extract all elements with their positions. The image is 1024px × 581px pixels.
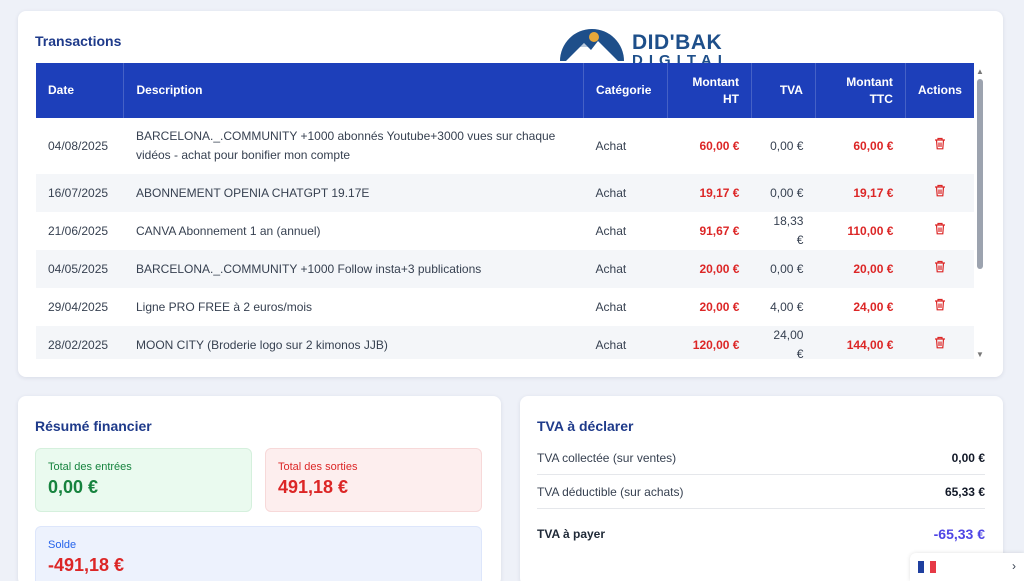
scroll-down-icon[interactable]: ▼ bbox=[976, 350, 984, 359]
row-date: 04/05/2025 bbox=[48, 261, 109, 276]
balance-value: -491,18 € bbox=[48, 555, 125, 575]
language-switcher[interactable]: › bbox=[910, 553, 1024, 581]
row-amount-ht: 19,17 € bbox=[699, 185, 740, 200]
table-row: 28/02/2025 MOON CITY (Broderie logo sur … bbox=[36, 326, 974, 359]
row-category: Achat bbox=[595, 185, 627, 200]
row-amount-ttc: 60,00 € bbox=[853, 138, 894, 153]
tva-payable-row: TVA à payer -65,33 € bbox=[537, 526, 985, 542]
row-amount-ht: 91,67 € bbox=[699, 223, 740, 238]
expenses-stat: Total des sorties 491,18 € bbox=[265, 448, 482, 512]
row-category: Achat bbox=[595, 261, 627, 276]
col-description[interactable]: Description bbox=[123, 63, 584, 118]
row-tva: 0,00 € bbox=[770, 138, 804, 153]
row-amount-ttc: 24,00 € bbox=[853, 299, 894, 314]
row-amount-ht: 20,00 € bbox=[699, 299, 740, 314]
row-description: MOON CITY (Broderie logo sur 2 kimonos J… bbox=[135, 337, 388, 352]
row-tva: 18,33 € bbox=[773, 214, 804, 247]
row-amount-ht: 20,00 € bbox=[699, 261, 740, 276]
scrollbar-thumb[interactable] bbox=[977, 79, 983, 269]
row-tva: 4,00 € bbox=[770, 299, 804, 314]
col-date[interactable]: Date bbox=[36, 63, 124, 118]
col-tva[interactable]: TVA bbox=[750, 63, 816, 118]
row-date: 21/06/2025 bbox=[48, 223, 109, 238]
tva-collected-row: TVA collectée (sur ventes) 0,00 € bbox=[537, 451, 985, 465]
tva-deductible-row: TVA déductible (sur achats) 65,33 € bbox=[537, 485, 985, 499]
tva-payable-value: -65,33 € bbox=[933, 526, 985, 542]
trash-icon[interactable] bbox=[934, 184, 946, 197]
table-row: 29/04/2025 Ligne PRO FREE à 2 euros/mois… bbox=[36, 288, 974, 326]
col-amount-ttc[interactable]: Montant TTC bbox=[814, 63, 906, 118]
row-date: 04/08/2025 bbox=[48, 138, 109, 153]
trash-icon[interactable] bbox=[934, 260, 946, 273]
row-amount-ttc: 110,00 € bbox=[847, 223, 894, 238]
tva-collected-label: TVA collectée (sur ventes) bbox=[537, 451, 677, 465]
tva-payable-label: TVA à payer bbox=[537, 527, 606, 541]
flag-fr-icon bbox=[918, 561, 936, 573]
trash-icon[interactable] bbox=[934, 137, 946, 150]
transactions-table: Date Description Catégorie Montant HT TV… bbox=[36, 63, 974, 359]
income-stat: Total des entrées 0,00 € bbox=[35, 448, 252, 512]
expenses-value: 491,18 € bbox=[278, 477, 349, 497]
col-actions: Actions bbox=[904, 63, 974, 118]
row-amount-ttc: 19,17 € bbox=[853, 185, 894, 200]
table-row: 04/05/2025 BARCELONA._.COMMUNITY +1000 F… bbox=[36, 250, 974, 288]
summary-title: Résumé financier bbox=[35, 418, 152, 434]
row-description: ABONNEMENT OPENIA CHATGPT 19.17E bbox=[135, 185, 370, 200]
row-amount-ttc: 20,00 € bbox=[853, 261, 894, 276]
row-amount-ttc: 144,00 € bbox=[846, 337, 894, 352]
row-category: Achat bbox=[595, 337, 627, 352]
chevron-right-icon[interactable]: › bbox=[1012, 559, 1016, 573]
row-date: 28/02/2025 bbox=[48, 337, 109, 352]
divider bbox=[537, 474, 985, 475]
row-category: Achat bbox=[595, 138, 627, 153]
income-value: 0,00 € bbox=[48, 477, 99, 497]
row-description: CANVA Abonnement 1 an (annuel) bbox=[135, 223, 321, 238]
balance-label: Solde bbox=[48, 539, 77, 551]
row-description: BARCELONA._.COMMUNITY +1000 abonnés Yout… bbox=[135, 129, 556, 162]
row-date: 29/04/2025 bbox=[48, 299, 109, 314]
row-tva: 0,00 € bbox=[770, 185, 804, 200]
table-row: 21/06/2025 CANVA Abonnement 1 an (annuel… bbox=[36, 212, 974, 250]
row-tva: 24,00 € bbox=[773, 328, 804, 359]
col-amount-ht[interactable]: Montant HT bbox=[667, 63, 752, 118]
table-scrollbar[interactable]: ▲ ▼ bbox=[976, 67, 986, 359]
row-tva: 0,00 € bbox=[770, 261, 804, 276]
table-row: 16/07/2025 ABONNEMENT OPENIA CHATGPT 19.… bbox=[36, 174, 974, 212]
tva-collected-value: 0,00 € bbox=[951, 451, 985, 465]
row-description: Ligne PRO FREE à 2 euros/mois bbox=[135, 299, 313, 314]
row-category: Achat bbox=[595, 299, 627, 314]
tva-deductible-label: TVA déductible (sur achats) bbox=[537, 485, 684, 499]
divider bbox=[537, 508, 985, 509]
balance-stat: Solde -491,18 € bbox=[35, 526, 482, 581]
table-row: 04/08/2025 BARCELONA._.COMMUNITY +1000 a… bbox=[36, 118, 974, 174]
income-label: Total des entrées bbox=[48, 461, 132, 473]
row-amount-ht: 120,00 € bbox=[692, 337, 740, 352]
trash-icon[interactable] bbox=[934, 336, 946, 349]
row-description: BARCELONA._.COMMUNITY +1000 Follow insta… bbox=[135, 261, 482, 276]
expenses-label: Total des sorties bbox=[278, 461, 358, 473]
table-header: Date Description Catégorie Montant HT TV… bbox=[36, 63, 974, 118]
tva-title: TVA à déclarer bbox=[537, 418, 634, 434]
transactions-title: Transactions bbox=[35, 33, 122, 49]
tva-deductible-value: 65,33 € bbox=[944, 485, 985, 499]
row-date: 16/07/2025 bbox=[48, 185, 109, 200]
transactions-card: Transactions DID'BAK DIGITAL Date Descri… bbox=[18, 11, 1003, 377]
financial-summary-card: Résumé financier Total des entrées 0,00 … bbox=[18, 396, 501, 581]
scroll-up-icon[interactable]: ▲ bbox=[976, 67, 984, 76]
col-category[interactable]: Catégorie bbox=[583, 63, 668, 118]
row-category: Achat bbox=[595, 223, 627, 238]
row-amount-ht: 60,00 € bbox=[699, 138, 740, 153]
trash-icon[interactable] bbox=[934, 298, 946, 311]
trash-icon[interactable] bbox=[934, 222, 946, 235]
